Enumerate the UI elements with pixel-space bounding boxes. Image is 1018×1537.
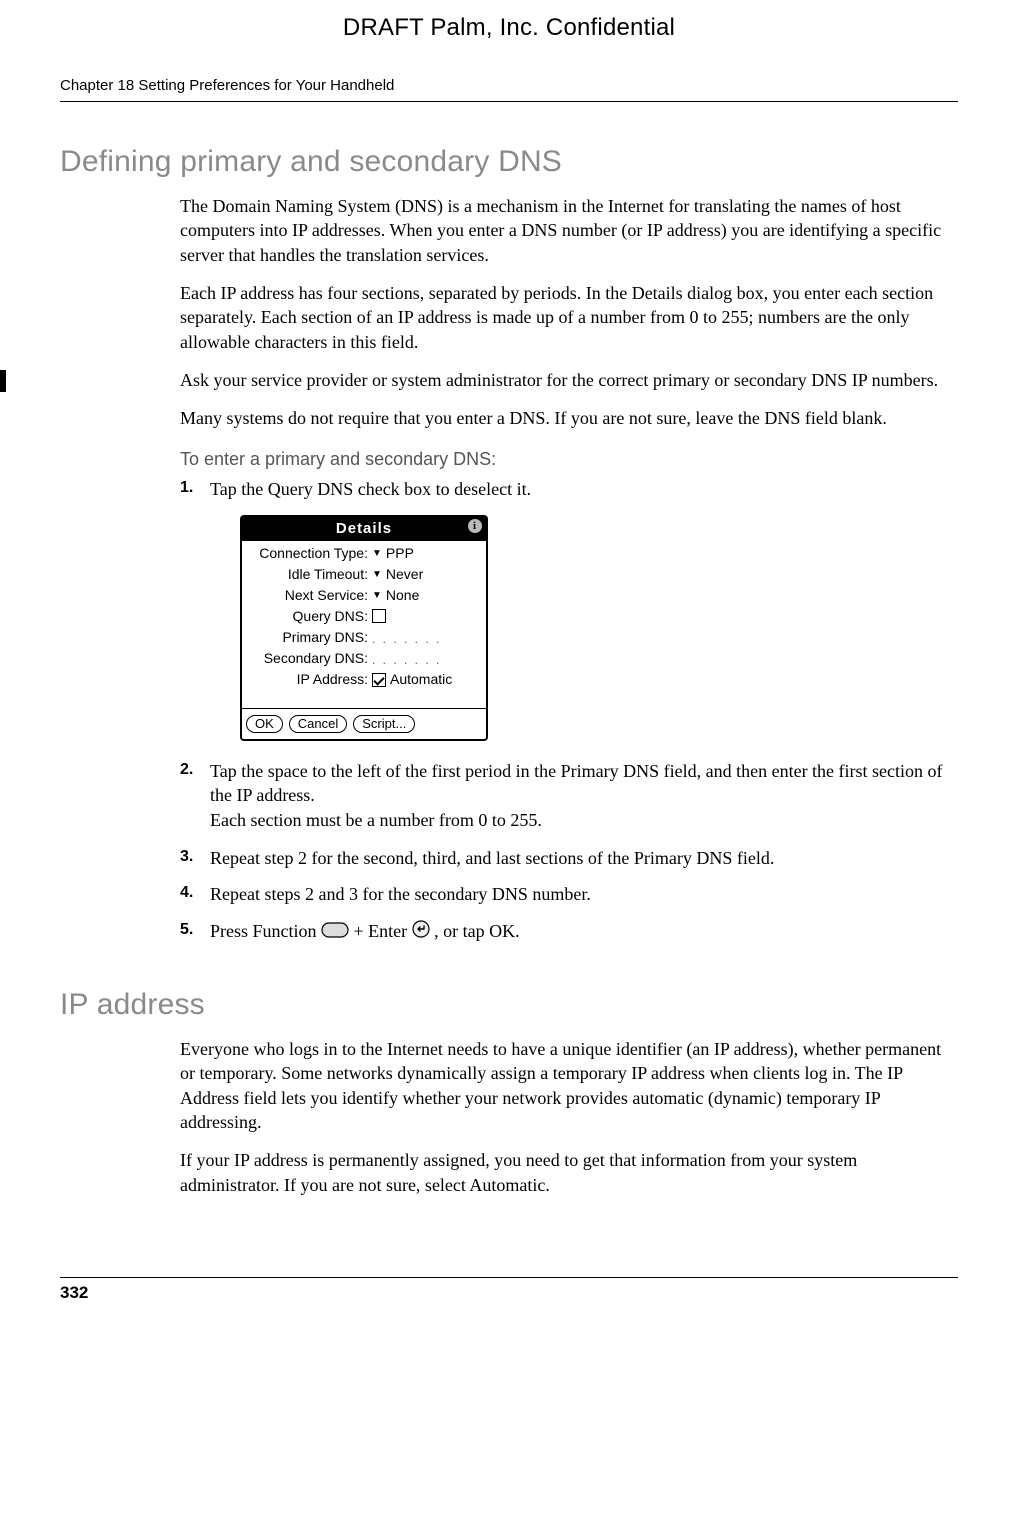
page-footer: 332 (60, 1277, 958, 1305)
step-marker: 1. (180, 477, 193, 499)
page-number: 332 (60, 1283, 88, 1302)
draft-confidential-header: DRAFT Palm, Inc. Confidential (0, 0, 1018, 52)
step-1: 1. Tap the Query DNS check box to desele… (180, 477, 958, 741)
function-key-icon (321, 920, 349, 944)
paragraph: Each IP address has four sections, separ… (180, 281, 958, 354)
step-text: Press Function (210, 921, 321, 941)
paragraph: Many systems do not require that you ent… (180, 406, 958, 430)
dialog-body: Connection Type: ▼ PPP Idle Timeout: ▼ Nev… (242, 541, 486, 690)
step-5: 5. Press Function + Enter , or tap OK. (180, 919, 958, 945)
chapter-header: Chapter 18 Setting Preferences for Your … (60, 76, 958, 101)
field-value: Automatic (390, 670, 452, 689)
step-text: Repeat steps 2 and 3 for the secondary D… (210, 884, 591, 904)
cancel-button: Cancel (289, 715, 347, 733)
step-text: , or tap OK. (434, 921, 519, 941)
field-value: None (386, 586, 419, 605)
field-label: Next Service: (248, 586, 372, 605)
procedure-subheading: To enter a primary and secondary DNS: (180, 447, 958, 471)
paragraph: Ask your service provider or system admi… (180, 368, 958, 392)
checkbox-unchecked-icon (372, 609, 386, 623)
step-subtext: Each section must be a number from 0 to … (210, 808, 958, 832)
field-label: Connection Type: (248, 544, 372, 563)
field-label: Secondary DNS: (248, 649, 372, 668)
paragraph: Everyone who logs in to the Internet nee… (180, 1037, 958, 1134)
dropdown-icon: ▼ (372, 547, 382, 561)
checkbox-checked-icon (372, 673, 386, 687)
field-value: PPP (386, 544, 414, 563)
section-dns-body: The Domain Naming System (DNS) is a mech… (180, 194, 958, 945)
blank-field: . . . . . . . (372, 649, 480, 668)
paragraph: The Domain Naming System (DNS) is a mech… (180, 194, 958, 267)
dialog-title: Details (336, 520, 392, 537)
enter-key-icon (412, 920, 430, 944)
step-4: 4. Repeat steps 2 and 3 for the secondar… (180, 882, 958, 906)
step-text: Repeat step 2 for the second, third, and… (210, 848, 774, 868)
change-bar-icon (0, 370, 6, 392)
section-ip-body: Everyone who logs in to the Internet nee… (180, 1037, 958, 1197)
dropdown-icon: ▼ (372, 568, 382, 582)
step-text: + Enter (354, 921, 412, 941)
step-marker: 3. (180, 846, 193, 868)
ok-button: OK (246, 715, 283, 733)
step-marker: 2. (180, 759, 193, 781)
section-heading-ip: IP address (60, 985, 1018, 1026)
field-label: IP Address: (248, 670, 372, 689)
details-dialog-figure: Details i Connection Type: ▼ PPP Idle Tim… (240, 515, 488, 741)
field-label: Primary DNS: (248, 628, 372, 647)
info-icon: i (468, 519, 482, 533)
step-marker: 5. (180, 919, 193, 941)
field-value: Never (386, 565, 423, 584)
procedure-steps: 1. Tap the Query DNS check box to desele… (180, 477, 958, 945)
step-text: Tap the space to the left of the first p… (210, 761, 943, 805)
dialog-button-row: OK Cancel Script... (242, 708, 486, 739)
section-heading-dns: Defining primary and secondary DNS (60, 142, 1018, 183)
script-button: Script... (353, 715, 415, 733)
blank-field: . . . . . . . (372, 628, 480, 647)
step-3: 3. Repeat step 2 for the second, third, … (180, 846, 958, 870)
field-label: Idle Timeout: (248, 565, 372, 584)
dialog-title-bar: Details i (242, 517, 486, 541)
step-2: 2. Tap the space to the left of the firs… (180, 759, 958, 832)
step-marker: 4. (180, 882, 193, 904)
dropdown-icon: ▼ (372, 589, 382, 603)
step-text: Tap the Query DNS check box to deselect … (210, 479, 531, 499)
field-label: Query DNS: (248, 607, 372, 626)
paragraph: If your IP address is permanently assign… (180, 1148, 958, 1197)
